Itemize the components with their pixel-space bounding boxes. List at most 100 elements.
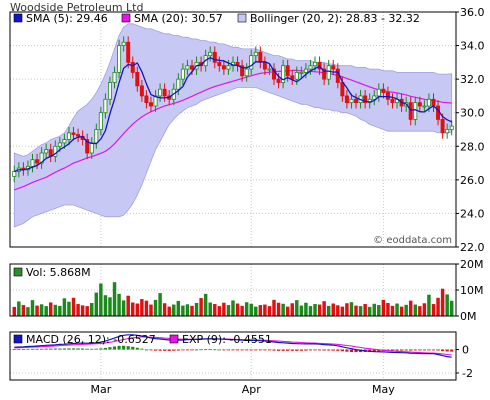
macd-histogram-bar (327, 349, 331, 351)
volume-bar (162, 303, 167, 316)
macd-histogram-bar (49, 348, 53, 350)
macd-histogram-bar (245, 349, 249, 351)
volume-bar (418, 306, 422, 316)
macd-histogram-bar (81, 348, 85, 350)
macd-histogram-bar (267, 349, 272, 351)
price-tick-label: 28.0 (460, 140, 485, 153)
volume-bar (408, 300, 413, 316)
candle-body (349, 98, 354, 104)
macd-histogram-bar (99, 348, 103, 350)
volume-bar (53, 304, 58, 316)
candle-body (94, 129, 99, 144)
candle-body (340, 82, 345, 97)
volume-bar (217, 306, 222, 316)
volume-bar (445, 294, 449, 316)
macd-histogram-bar (231, 349, 235, 351)
candle-body (103, 98, 108, 114)
volume-bar (108, 297, 112, 316)
macd-tick-label: 0 (462, 344, 469, 357)
legend-sma5-swatch (13, 13, 23, 23)
volume-bar (336, 305, 340, 316)
volume-bar (62, 298, 67, 316)
macd-histogram-bar (140, 348, 144, 350)
candle-body (390, 98, 395, 104)
macd-histogram-bar (258, 349, 262, 351)
candle-body (135, 72, 140, 87)
macd-histogram-bar (204, 349, 208, 351)
volume-bar (99, 283, 103, 316)
macd-histogram-bar (263, 349, 267, 351)
macd-histogram-bar (431, 349, 436, 351)
macd-histogram-bar (158, 349, 162, 351)
macd-histogram-bar (67, 348, 71, 350)
candle-body (176, 78, 181, 90)
macd-tick-label: -2 (462, 367, 473, 380)
candle-body (426, 98, 431, 107)
macd-histogram-bar (349, 349, 354, 352)
macd-histogram-bar (450, 349, 454, 352)
volume-bar (208, 302, 212, 316)
candle-body (35, 159, 40, 164)
volume-bar (126, 295, 130, 316)
volume-bar (422, 303, 427, 316)
macd-histogram-bar (213, 349, 217, 351)
volume-bar (263, 304, 267, 316)
volume-bar (258, 305, 263, 316)
macd-histogram-bar (254, 349, 258, 351)
macd-histogram-bar (400, 349, 404, 351)
candle-body (294, 72, 299, 80)
macd-histogram-bar (404, 349, 408, 351)
volume-bar (213, 304, 217, 316)
candle-body (112, 72, 117, 83)
volume-bar (121, 300, 126, 316)
volume-bar (340, 306, 345, 316)
macd-histogram-bar (85, 348, 89, 350)
volume-bar (326, 305, 331, 316)
macd-histogram-bar (108, 347, 112, 350)
volume-bar (231, 300, 235, 316)
macd-histogram-bar (62, 348, 66, 350)
candle-body (285, 65, 290, 77)
volume-bar (367, 306, 372, 316)
candle-body (376, 88, 381, 97)
candle-body (189, 65, 194, 70)
macd-histogram-bar (76, 348, 80, 350)
macd-histogram-bar (167, 349, 171, 351)
macd-histogram-bar (235, 349, 240, 351)
volume-bar (199, 298, 203, 316)
macd-histogram-bar (21, 348, 25, 350)
macd-histogram-bar (103, 347, 108, 350)
legend-sma20-label: SMA (20): 30.57 (134, 12, 223, 25)
volume-bar (363, 304, 367, 316)
volume-bar (158, 293, 162, 316)
volume-tick-label: 10M (460, 284, 484, 297)
macd-histogram-bar (222, 349, 226, 351)
volume-bar (427, 294, 431, 316)
volume-bar (399, 306, 404, 316)
volume-bar (244, 302, 249, 316)
macd-histogram-bar (331, 349, 335, 351)
macd-histogram-bar (413, 349, 417, 351)
volume-bar (431, 304, 436, 316)
macd-histogram-bar (122, 345, 126, 350)
macd-histogram-bar (176, 349, 180, 351)
macd-histogram-bar (445, 349, 449, 352)
volume-bar (440, 288, 445, 316)
volume-bar (381, 299, 386, 316)
macd-histogram-bar (199, 349, 203, 351)
volume-bar (12, 306, 17, 316)
legend-volume-swatch (13, 267, 23, 277)
macd-histogram-bar (422, 349, 426, 351)
candle-body (71, 132, 76, 135)
macd-histogram-bar (185, 349, 190, 351)
price-tick-label: 22.0 (460, 241, 485, 254)
x-axis-month-label: May (372, 383, 395, 396)
macd-histogram-bar (226, 349, 231, 351)
macd-histogram-bar (117, 345, 121, 350)
candle-body (267, 68, 272, 71)
macd-histogram-bar (12, 349, 16, 350)
volume-bar (299, 305, 304, 316)
candle-body (57, 142, 62, 147)
volume-bar (386, 303, 390, 316)
volume-y-axis: 0M 10M 20M (456, 258, 484, 323)
